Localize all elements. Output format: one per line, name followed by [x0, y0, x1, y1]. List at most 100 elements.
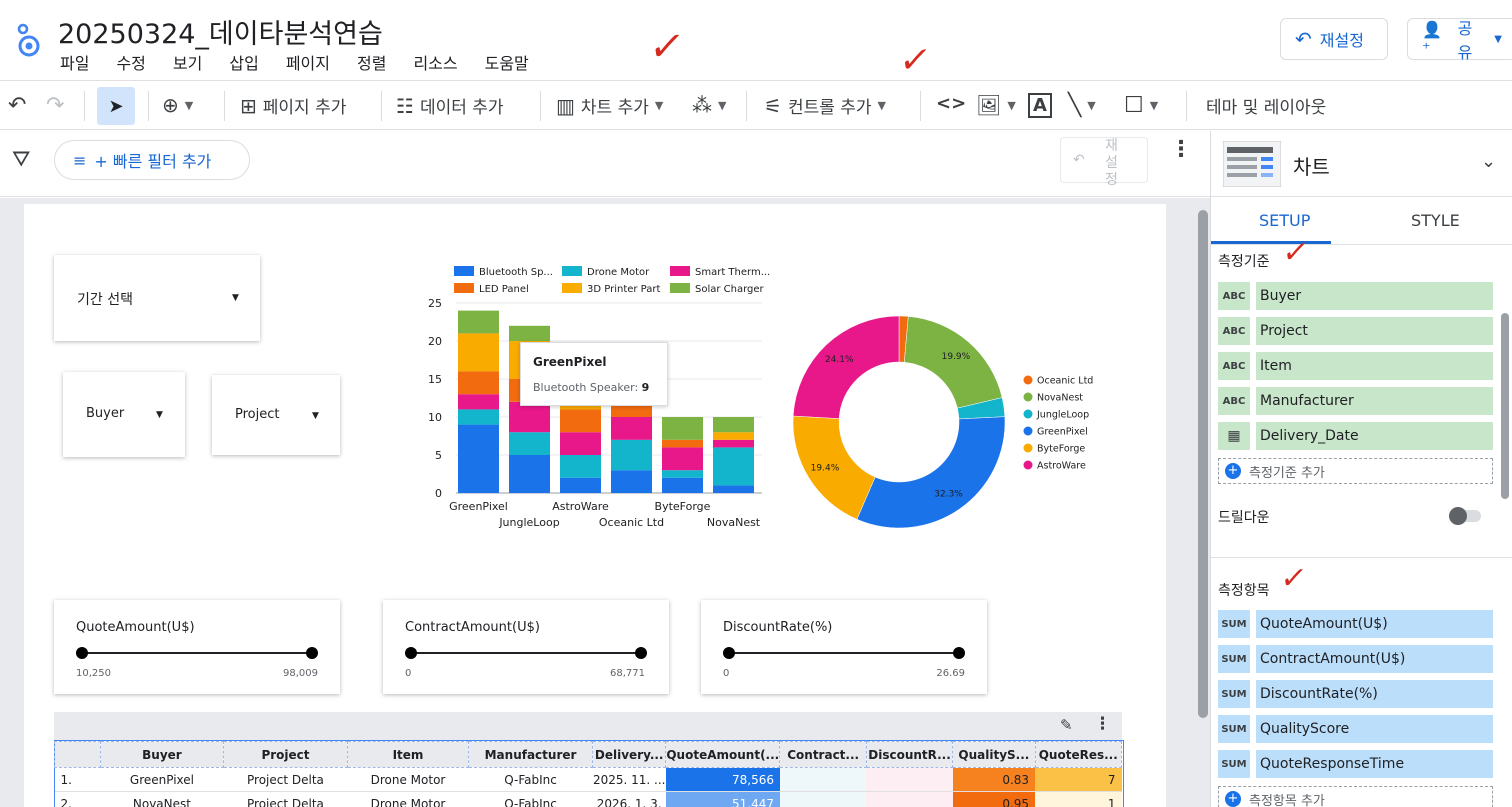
slider-control-discount-rate[interactable]: DiscountRate(%) 0 26.69 [701, 600, 987, 694]
table-header-cell[interactable]: QuoteRes... [1034, 741, 1123, 768]
legend-label[interactable]: Smart Therm... [695, 267, 770, 278]
redo-icon[interactable]: ↷ [46, 93, 64, 118]
edit-pencil-icon[interactable]: ✎ [1060, 716, 1073, 734]
metric-field-quote-response-time[interactable]: SUM QuoteResponseTime [1218, 750, 1493, 778]
tab-setup[interactable]: SETUP [1259, 211, 1310, 230]
menu-file[interactable]: 파일 [60, 50, 89, 74]
data-table-component[interactable]: ✎ ⋮ Buyer Project Item Manufacturer Deli… [53, 712, 1124, 807]
slider-max-handle[interactable] [306, 647, 318, 659]
bar-segment[interactable] [458, 371, 499, 395]
canvas-scrollbar[interactable] [1198, 210, 1208, 718]
table-header-cell[interactable]: Project [222, 741, 349, 768]
donut-chart[interactable]: 19.9% 32.3% 19.4% 24.1% Oceanic Ltd NovaNest J… [790, 315, 1110, 535]
table-header-cell[interactable]: Buyer [100, 741, 224, 768]
community-viz-button[interactable]: ⁂ ▼ [692, 93, 726, 117]
slider-control-contract-amount[interactable]: ContractAmount(U$) 0 68,771 [383, 600, 669, 694]
menu-arrange[interactable]: 정렬 [357, 50, 386, 74]
table-row[interactable]: 1. GreenPixel Project Delta Drone Motor … [54, 767, 1122, 792]
slider-min-handle[interactable] [405, 647, 417, 659]
bar-segment[interactable] [458, 310, 499, 334]
bar-segment[interactable] [713, 485, 754, 493]
undo-icon[interactable]: ↶ [8, 93, 26, 118]
bar-segment[interactable] [560, 477, 601, 493]
legend-label[interactable]: Drone Motor [587, 267, 650, 278]
menu-page[interactable]: 페이지 [286, 50, 330, 74]
pie-slice[interactable] [904, 316, 1003, 409]
add-page-button[interactable]: ⊞ 페이지 추가 [240, 93, 346, 119]
bar-segment[interactable] [458, 394, 499, 410]
text-box-icon[interactable]: A [1028, 93, 1052, 118]
bar-segment[interactable] [662, 470, 703, 478]
filter-funnel-icon[interactable]: ⛛ [12, 147, 30, 172]
pie-slice[interactable] [856, 416, 1006, 529]
add-dimension-button[interactable]: + 측정기준 추가 [1218, 458, 1493, 484]
pie-slice[interactable] [792, 315, 900, 419]
menu-insert[interactable]: 삽입 [229, 50, 258, 74]
slider-min-handle[interactable] [76, 647, 88, 659]
slider-track[interactable] [410, 652, 640, 654]
add-chart-button[interactable]: ▥ 차트 추가 ▼ [556, 93, 663, 119]
bar-segment[interactable] [713, 447, 754, 486]
slider-max-handle[interactable] [953, 647, 965, 659]
project-dropdown-control[interactable]: Project ▼ [212, 375, 340, 455]
add-data-button[interactable]: ☷ 데이터 추가 [396, 93, 504, 119]
bar-segment[interactable] [611, 439, 652, 471]
table-header-cell[interactable]: Delivery... [592, 741, 667, 768]
legend-label[interactable]: GreenPixel [1037, 427, 1088, 438]
bar-segment[interactable] [713, 432, 754, 440]
legend-label[interactable]: NovaNest [1037, 393, 1083, 404]
menu-resource[interactable]: 리소스 [413, 50, 457, 74]
slider-control-quote-amount[interactable]: QuoteAmount(U$) 10,250 98,009 [54, 600, 340, 694]
image-button[interactable]: 🖼 ▼ [976, 93, 1016, 117]
panel-scrollbar[interactable] [1501, 313, 1509, 499]
table-row[interactable]: 2. NovaNest Project Delta Drone Motor Q-… [54, 791, 1122, 807]
more-vert-icon[interactable]: ⋮ [1170, 139, 1192, 161]
slider-max-handle[interactable] [635, 647, 647, 659]
legend-label[interactable]: LED Panel [479, 284, 529, 295]
bar-segment[interactable] [509, 455, 550, 493]
metric-field-contract-amount[interactable]: SUM ContractAmount(U$) [1218, 645, 1493, 673]
bar-segment[interactable] [662, 439, 703, 448]
reset-filter-button[interactable]: ↶ 재설정 [1060, 137, 1148, 188]
legend-label[interactable]: JungleLoop [1036, 410, 1089, 421]
more-vert-icon[interactable]: ⋮ [1094, 714, 1111, 734]
legend-label[interactable]: Oceanic Ltd [1037, 376, 1093, 387]
quick-filter-button[interactable]: ≡ + 빠른 필터 추가 [54, 140, 250, 180]
buyer-dropdown-control[interactable]: Buyer ▼ [63, 372, 185, 457]
date-range-control[interactable]: 기간 선택 ▼ [54, 255, 260, 341]
chevron-down-icon[interactable]: ⌄ [1481, 151, 1496, 172]
shape-button[interactable]: ☐ ▼ [1124, 93, 1158, 118]
share-button[interactable]: 👤⁺ 공유 ▼ [1407, 18, 1512, 62]
table-header-cell[interactable]: Contract... [779, 741, 867, 768]
bar-segment[interactable] [560, 409, 601, 433]
slider-track[interactable] [81, 652, 311, 654]
theme-layout-button[interactable]: 테마 및 레이아웃 [1206, 93, 1326, 118]
dimension-field-item[interactable]: ABC Item [1218, 352, 1493, 380]
embed-url-icon[interactable]: <> [936, 93, 966, 114]
menu-view[interactable]: 보기 [173, 50, 202, 74]
dimension-field-delivery-date[interactable]: ▦ Delivery_Date [1218, 422, 1493, 450]
table-header-cell[interactable]: DiscountR... [865, 741, 954, 768]
slider-track[interactable] [728, 652, 958, 654]
metric-field-discount-rate[interactable]: SUM DiscountRate(%) [1218, 680, 1493, 708]
dimension-field-manufacturer[interactable]: ABC Manufacturer [1218, 387, 1493, 415]
looker-studio-logo-icon[interactable] [14, 22, 44, 58]
legend-label[interactable]: Solar Charger [695, 284, 765, 295]
line-button[interactable]: ╲ ▼ [1068, 93, 1096, 118]
chevron-down-icon[interactable]: ▼ [1494, 34, 1502, 45]
bar-segment[interactable] [611, 417, 652, 440]
legend-label[interactable]: ByteForge [1037, 444, 1085, 455]
bar-segment[interactable] [662, 477, 703, 493]
table-header-cell[interactable]: QuoteAmount(... [665, 741, 781, 768]
dimension-field-buyer[interactable]: ABC Buyer [1218, 282, 1493, 310]
select-tool-button[interactable]: ➤ [97, 87, 135, 125]
bar-segment[interactable] [662, 447, 703, 471]
bar-segment[interactable] [560, 455, 601, 478]
table-header-cell[interactable]: Manufacturer [467, 741, 594, 768]
bar-segment[interactable] [458, 424, 499, 493]
tab-style[interactable]: STYLE [1411, 211, 1460, 230]
bar-segment[interactable] [509, 325, 550, 341]
legend-label[interactable]: AstroWare [1037, 461, 1086, 472]
menu-help[interactable]: 도움말 [485, 50, 529, 74]
metric-field-quality-score[interactable]: SUM QualityScore [1218, 715, 1493, 743]
